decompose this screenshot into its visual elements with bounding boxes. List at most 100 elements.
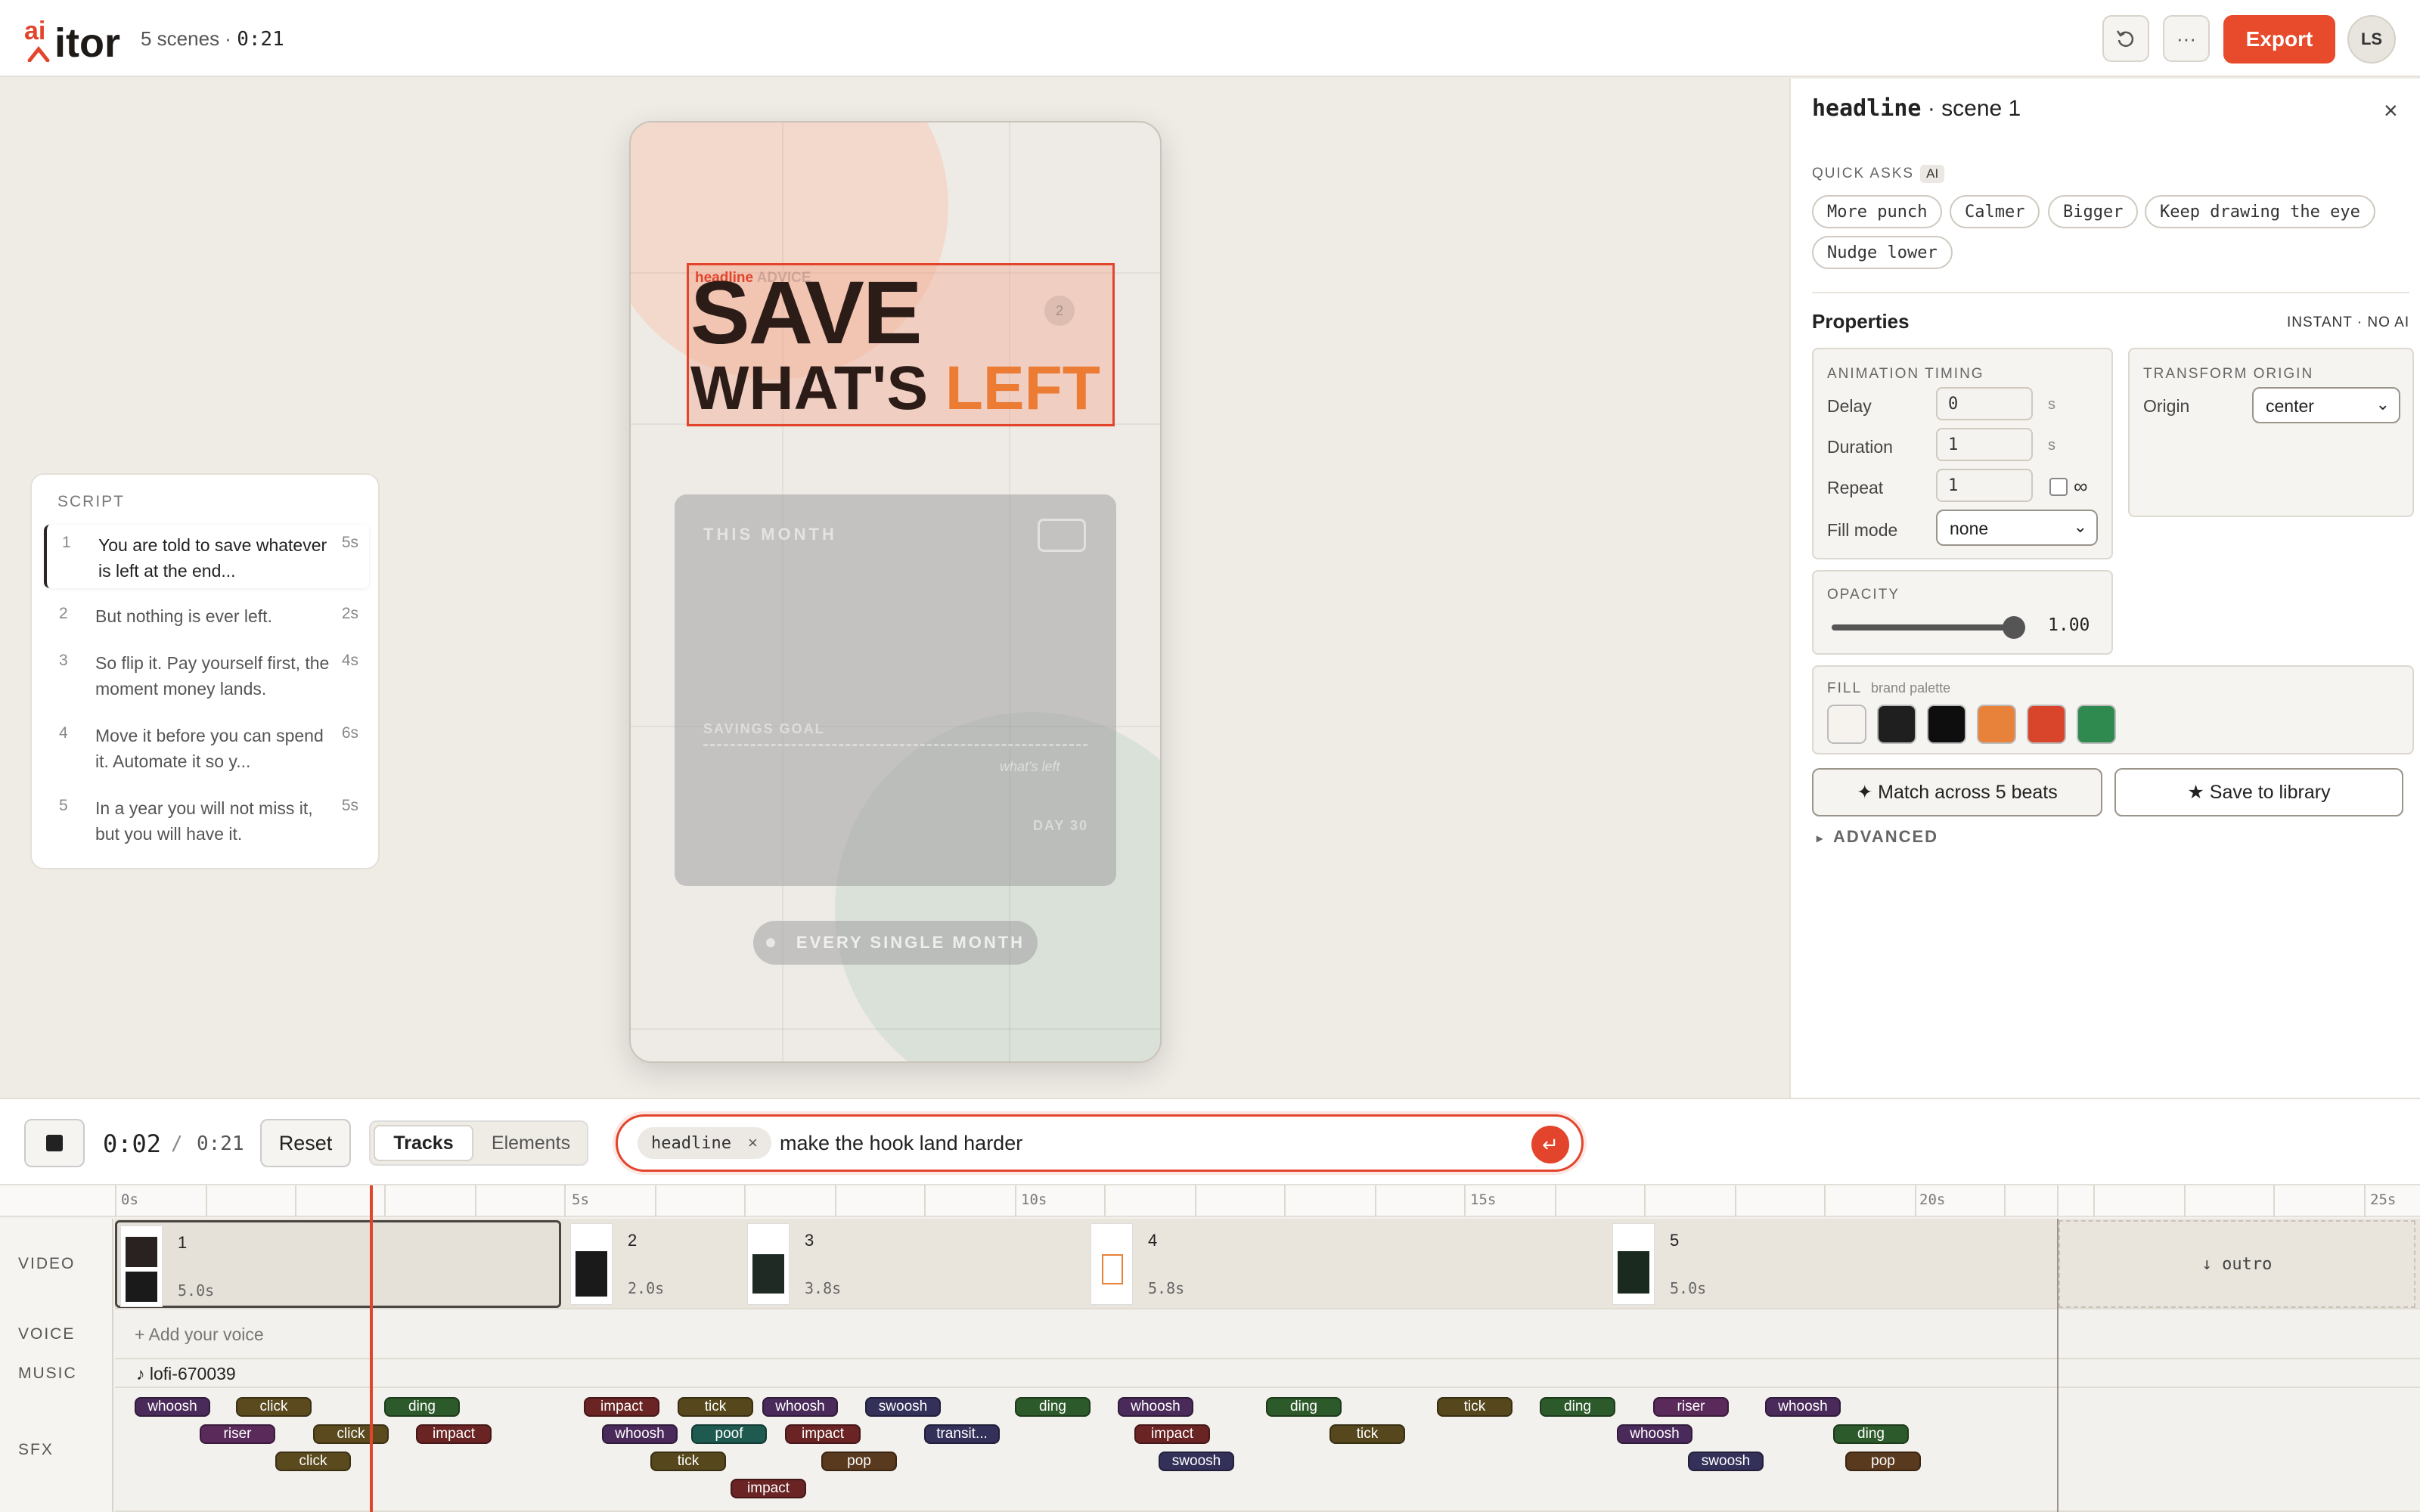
sfx-chip[interactable]: impact [731,1479,806,1498]
script-line-number: 2 [59,605,68,622]
sfx-chip[interactable]: click [313,1424,389,1444]
tab-elements[interactable]: Elements [476,1125,585,1161]
sfx-chip[interactable]: impact [785,1424,861,1444]
outro-slot[interactable]: ↓ outro [2059,1220,2415,1308]
sfx-chip[interactable]: riser [1653,1397,1729,1417]
sfx-chip[interactable]: ding [1833,1424,1909,1444]
ruler-label: 0s [121,1191,138,1208]
video-clip[interactable]: 1 5.0s [115,1220,561,1308]
sfx-chip[interactable]: impact [416,1424,492,1444]
sfx-chip[interactable]: whoosh [135,1397,210,1417]
ruler-tick [295,1185,296,1217]
sfx-chip[interactable]: whoosh [762,1397,838,1417]
script-line[interactable]: 1 You are told to save whatever is left … [44,525,369,588]
close-icon[interactable]: × [2384,97,2398,125]
advanced-toggle[interactable]: ▸ ADVANCED [1817,827,1938,847]
quick-asks-text: QUICK ASKS [1812,166,1915,181]
sfx-chip[interactable]: poof [691,1424,767,1444]
swatch-red[interactable] [2027,705,2066,744]
script-line[interactable]: 5 In a year you will not miss it, but yo… [44,788,369,851]
tab-tracks[interactable]: Tracks [374,1125,473,1161]
opacity-slider-thumb[interactable] [2003,616,2025,639]
swatch-green[interactable] [2077,705,2116,744]
sfx-chip[interactable]: whoosh [1765,1397,1841,1417]
sfx-chip[interactable]: pop [821,1452,897,1471]
delay-input[interactable]: 0 [1936,387,2033,420]
sfx-chip[interactable]: riser [200,1424,275,1444]
more-button[interactable]: ··· [2163,15,2210,62]
video-clip[interactable]: 3 3.8s [744,1220,1087,1308]
app-logo[interactable]: ai itor [23,17,129,64]
sfx-chip[interactable]: swoosh [1688,1452,1764,1471]
user-avatar[interactable]: LS [2347,15,2396,64]
add-voice-button[interactable]: + Add your voice [135,1325,264,1345]
send-icon[interactable]: ↵ [1531,1126,1569,1163]
sfx-chip[interactable]: ding [1540,1397,1615,1417]
ai-prompt-bar[interactable]: headline × make the hook land harder ↵ [616,1114,1584,1172]
script-line[interactable]: 3 So flip it. Pay yourself first, the mo… [44,643,369,706]
month-card[interactable]: THIS MONTH SAVINGS GOAL what's left DAY … [675,494,1116,886]
swatch-orange[interactable] [1977,705,2016,744]
swatch-black[interactable] [1927,705,1966,744]
thumb-block [576,1251,607,1297]
view-toggle: Tracks Elements [369,1120,588,1166]
sfx-chip[interactable]: swoosh [865,1397,941,1417]
duration-input[interactable]: 1 [1936,428,2033,461]
sfx-chip[interactable]: whoosh [602,1424,678,1444]
video-clip[interactable]: 4 5.8s [1087,1220,1608,1308]
quick-ask-chip[interactable]: Calmer [1950,195,2040,228]
sfx-chip[interactable]: tick [1329,1424,1405,1444]
sfx-chip[interactable]: impact [584,1397,659,1417]
script-line[interactable]: 4 Move it before you can spend it. Autom… [44,715,369,779]
origin-select[interactable]: center ⌄ [2252,387,2400,423]
clip-thumbnail [120,1225,163,1307]
sfx-chip[interactable]: whoosh [1617,1424,1692,1444]
sfx-chip[interactable]: click [236,1397,312,1417]
match-beats-button[interactable]: ✦ Match across 5 beats [1812,768,2102,816]
sfx-chip[interactable]: whoosh [1118,1397,1193,1417]
history-button[interactable] [2102,15,2149,62]
script-line-duration: 2s [341,605,358,622]
swatch-charcoal[interactable] [1877,705,1916,744]
sfx-chip[interactable]: click [275,1452,351,1471]
stop-button[interactable] [24,1119,85,1167]
sfx-chip[interactable]: tick [1437,1397,1512,1417]
fill-mode-select[interactable]: none ⌄ [1936,510,2098,546]
video-clip[interactable]: 2 2.0s [567,1220,743,1308]
quick-ask-chip[interactable]: Nudge lower [1812,236,1953,269]
music-note-icon: ♪ [136,1364,145,1383]
sfx-chip[interactable]: ding [1015,1397,1091,1417]
remove-chip-icon[interactable]: × [748,1133,758,1153]
playhead[interactable] [370,1185,373,1512]
export-button[interactable]: Export [2223,15,2335,64]
music-clip[interactable]: ♪ lofi-670039 [136,1364,236,1384]
reset-button[interactable]: Reset [260,1119,351,1167]
sfx-chip[interactable]: ding [1266,1397,1342,1417]
swatch-cream[interactable] [1827,705,1866,744]
sfx-chip[interactable]: tick [678,1397,753,1417]
opacity-slider-track[interactable] [1832,616,2025,639]
repeat-input[interactable]: 1 [1936,469,2033,502]
quick-ask-chip[interactable]: Keep drawing the eye [2145,195,2375,228]
quick-ask-chip[interactable]: More punch [1812,195,1943,228]
inspector-element: headline [1812,95,1922,122]
sfx-chip[interactable]: impact [1134,1424,1210,1444]
project-duration: 0:21 [237,28,284,51]
target-chip[interactable]: headline × [638,1127,771,1159]
sfx-chip[interactable]: pop [1845,1452,1921,1471]
sfx-chip[interactable]: ding [384,1397,460,1417]
video-clip[interactable]: 5 5.0s [1609,1220,2055,1308]
sfx-chip[interactable]: swoosh [1159,1452,1234,1471]
infinite-checkbox[interactable] [2049,478,2068,496]
sfx-chip[interactable]: transit... [924,1424,1000,1444]
time-ruler[interactable]: 0s 5s 10s 15s 20s 25s [0,1185,2420,1217]
quick-ask-chip[interactable]: Bigger [2048,195,2139,228]
save-library-button[interactable]: ★ Save to library [2114,768,2403,816]
step-badge: 2 [1044,296,1075,326]
properties-title: Properties [1812,310,1910,333]
sfx-chip[interactable]: tick [650,1452,726,1471]
headline-element[interactable]: headline ADVICE SAVE WHAT'S LEFT 2 [687,263,1115,426]
cta-pill[interactable]: EVERY SINGLE MONTH [753,921,1038,965]
card-label: THIS MONTH [703,525,837,544]
prompt-input[interactable]: make the hook land harder [780,1132,1022,1155]
